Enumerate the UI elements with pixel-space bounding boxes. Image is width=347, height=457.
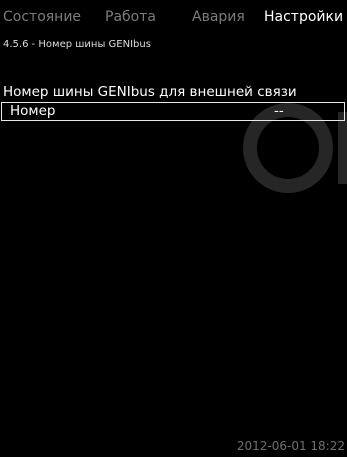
genibus-number-row[interactable]: Номер --: [1, 102, 345, 121]
genibus-number-value: --: [274, 103, 284, 119]
tab-operation[interactable]: Работа: [105, 9, 156, 25]
tab-alarm[interactable]: Авария: [192, 9, 245, 25]
tab-status[interactable]: Состояние: [3, 9, 81, 25]
breadcrumb: 4.5.6 - Номер шины GENIbus: [3, 39, 151, 50]
tab-bar: Состояние Работа Авария Настройки: [0, 0, 347, 34]
status-timestamp: 2012-06-01 18:22: [236, 439, 345, 453]
tab-settings[interactable]: Настройки: [264, 9, 343, 25]
section-title: Номер шины GENIbus для внешней связи: [3, 84, 297, 100]
genibus-number-label: Номер: [10, 103, 56, 119]
